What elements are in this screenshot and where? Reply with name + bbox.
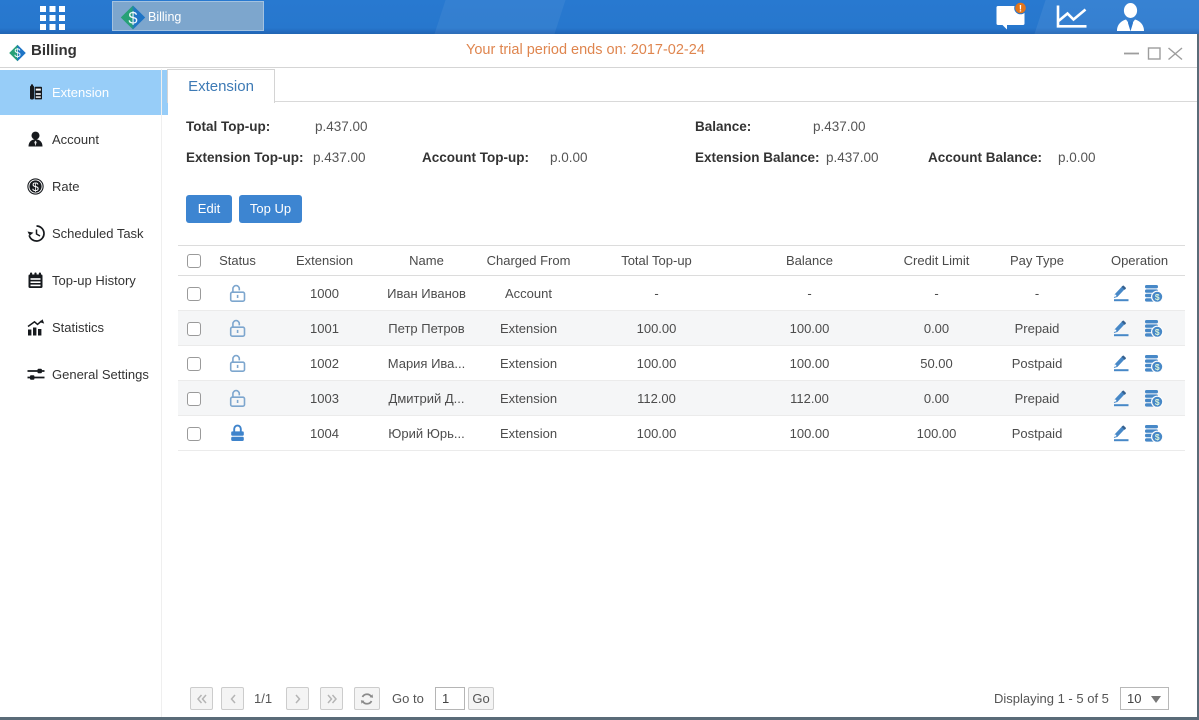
svg-text:!: ! — [1019, 3, 1022, 14]
svg-text:$: $ — [32, 180, 39, 194]
